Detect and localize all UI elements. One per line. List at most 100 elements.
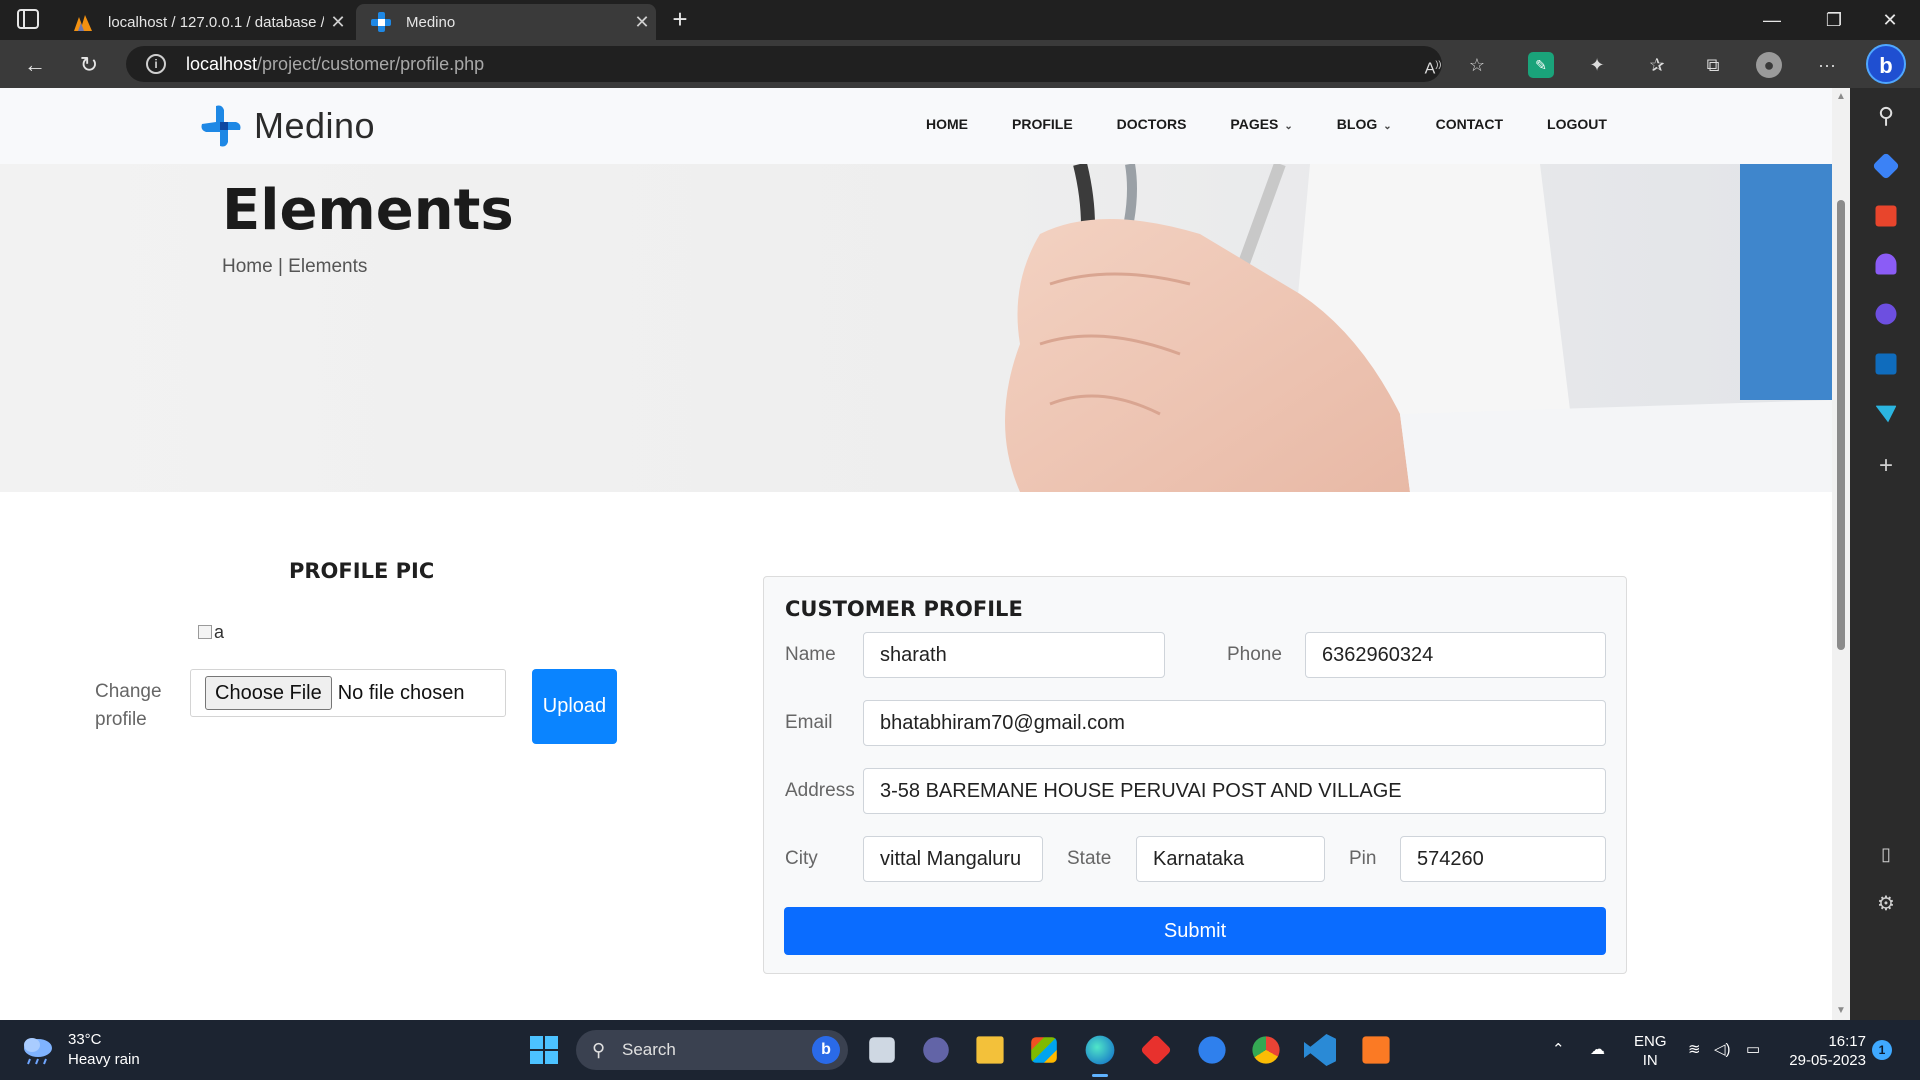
- weather-temp: 33°C: [68, 1031, 102, 1048]
- scroll-up-icon[interactable]: ▲: [1836, 92, 1846, 102]
- read-aloud-icon[interactable]: A)): [1420, 51, 1446, 77]
- file-input[interactable]: Choose File No file chosen: [190, 669, 506, 717]
- git-app-icon[interactable]: [1140, 1034, 1172, 1066]
- back-icon[interactable]: ←: [20, 50, 50, 80]
- change-profile-label-line: profile: [95, 709, 147, 730]
- tab-medino[interactable]: Medino ✕: [356, 4, 656, 40]
- phpmyadmin-icon: [72, 11, 94, 33]
- shopping-tag-icon[interactable]: [1872, 152, 1900, 180]
- change-profile-label-line: Change: [95, 681, 162, 702]
- windows-start-icon[interactable]: [528, 1034, 560, 1066]
- tab-actions-icon[interactable]: [16, 8, 42, 32]
- pin-label: Pin: [1349, 848, 1377, 869]
- name-field[interactable]: sharath: [863, 632, 1165, 678]
- scroll-down-icon[interactable]: ▼: [1836, 1006, 1846, 1016]
- nav-home[interactable]: HOME: [926, 116, 968, 132]
- more-options-icon[interactable]: ···: [1814, 52, 1840, 78]
- weather-widget[interactable]: 33°C Heavy rain: [20, 1030, 140, 1070]
- profile-image: a: [198, 621, 232, 643]
- close-window-icon[interactable]: ✕: [1870, 6, 1910, 34]
- microsoft-store-icon[interactable]: [1031, 1037, 1057, 1063]
- search-label: Search: [622, 1040, 676, 1059]
- collections-icon[interactable]: ⧉: [1700, 52, 1726, 78]
- hide-sidebar-icon[interactable]: ▯: [1872, 840, 1900, 868]
- site-info-icon[interactable]: i: [146, 54, 166, 74]
- copilot-icon[interactable]: [1875, 303, 1897, 325]
- nav-label: BLOG: [1336, 116, 1378, 132]
- search-icon[interactable]: ⚲: [1872, 102, 1900, 130]
- profile-avatar-icon[interactable]: ●: [1756, 52, 1782, 78]
- close-tab-icon[interactable]: ✕: [628, 12, 656, 33]
- outlook-icon[interactable]: [1875, 353, 1897, 375]
- address-bar[interactable]: i localhost/project/customer/profile.php: [126, 46, 1442, 82]
- image-alt-text: a: [214, 621, 225, 642]
- lang-line: ENG: [1634, 1033, 1667, 1050]
- extensions-icon[interactable]: ✦: [1584, 52, 1610, 78]
- extension-grammar-icon[interactable]: ✎: [1528, 52, 1554, 78]
- notification-badge[interactable]: 1: [1872, 1040, 1892, 1060]
- tab-phpmyadmin[interactable]: localhost / 127.0.0.1 / database / ✕: [60, 4, 352, 40]
- clock[interactable]: 16:17 29-05-2023: [1786, 1032, 1866, 1070]
- chrome-icon[interactable]: [1252, 1036, 1280, 1064]
- chevron-down-icon: ⌄: [1284, 121, 1293, 132]
- choose-file-button[interactable]: Choose File: [205, 676, 332, 710]
- minimize-icon[interactable]: —: [1752, 6, 1792, 34]
- hero-banner: Elements Home | Elements: [0, 164, 1832, 492]
- nav-label: PROFILE: [1012, 116, 1073, 132]
- nav-blog[interactable]: BLOG ⌄: [1337, 116, 1392, 132]
- nav-pages[interactable]: PAGES ⌄: [1230, 116, 1292, 132]
- pin-field[interactable]: 574260: [1400, 836, 1606, 882]
- settings-gear-icon[interactable]: ⚙: [1872, 890, 1900, 918]
- tools-briefcase-icon[interactable]: [1875, 205, 1897, 227]
- nav-label: CONTACT: [1435, 116, 1504, 132]
- active-app-indicator: [1092, 1074, 1108, 1077]
- email-field[interactable]: bhatabhiram70@gmail.com: [863, 700, 1606, 746]
- onedrive-cloud-icon[interactable]: ☁: [1590, 1040, 1605, 1059]
- favorites-icon[interactable]: ✰: [1644, 52, 1670, 78]
- nav-contact[interactable]: CONTACT: [1436, 116, 1503, 132]
- language-indicator[interactable]: ENG IN: [1634, 1032, 1667, 1070]
- volume-icon[interactable]: ◁): [1714, 1040, 1731, 1059]
- refresh-icon[interactable]: ↻: [74, 50, 104, 80]
- page-viewport: Medino HOME PROFILE DOCTORS PAGES ⌄ BLOG ⌄…: [0, 88, 1832, 1020]
- bing-icon: b: [812, 1036, 840, 1064]
- submit-button[interactable]: Submit: [784, 907, 1606, 955]
- bing-copilot-icon[interactable]: b: [1866, 44, 1906, 84]
- restore-icon[interactable]: ❐: [1814, 6, 1854, 34]
- breadcrumb[interactable]: Home | Elements: [222, 256, 367, 278]
- address-field[interactable]: 3-58 BAREMANE HOUSE PERUVAI POST AND VIL…: [863, 768, 1606, 814]
- phone-field[interactable]: 6362960324: [1305, 632, 1606, 678]
- file-explorer-icon[interactable]: [976, 1036, 1004, 1064]
- help-icon[interactable]: [1198, 1036, 1226, 1064]
- tab-title: localhost / 127.0.0.1 / database /: [108, 13, 324, 31]
- teams-chat-icon[interactable]: [923, 1037, 949, 1063]
- add-sidebar-app-icon[interactable]: +: [1872, 452, 1900, 480]
- upload-button[interactable]: Upload: [532, 669, 617, 744]
- site-logo[interactable]: Medino: [200, 104, 375, 148]
- vscode-icon[interactable]: [1304, 1034, 1336, 1066]
- search-icon: ⚲: [592, 1040, 606, 1060]
- battery-icon[interactable]: ▭: [1746, 1040, 1760, 1059]
- broken-image-icon: [198, 625, 212, 639]
- browser-tab-bar: localhost / 127.0.0.1 / database / ✕ Med…: [0, 0, 1920, 40]
- nav-doctors[interactable]: DOCTORS: [1117, 116, 1187, 132]
- add-favorite-icon[interactable]: ☆: [1464, 52, 1490, 78]
- task-view-icon[interactable]: [869, 1037, 895, 1063]
- city-field[interactable]: vittal Mangaluru: [863, 836, 1043, 882]
- wifi-icon[interactable]: ≋: [1688, 1040, 1701, 1059]
- xampp-icon[interactable]: [1362, 1036, 1390, 1064]
- page-scrollbar[interactable]: ▲ ▼: [1832, 88, 1850, 1020]
- scrollbar-thumb[interactable]: [1837, 200, 1845, 650]
- nav-label: LOGOUT: [1547, 116, 1607, 132]
- nav-profile[interactable]: PROFILE: [1012, 116, 1073, 132]
- show-hidden-icons-icon[interactable]: ⌃: [1552, 1040, 1565, 1059]
- games-icon[interactable]: [1875, 253, 1897, 275]
- send-drop-icon[interactable]: [1875, 405, 1897, 423]
- edge-browser-icon[interactable]: [1085, 1035, 1115, 1065]
- close-tab-icon[interactable]: ✕: [324, 12, 352, 33]
- address-toolbar: ← ↻ i localhost/project/customer/profile…: [0, 40, 1920, 88]
- state-field[interactable]: Karnataka: [1136, 836, 1325, 882]
- taskbar-search[interactable]: ⚲ Search b: [576, 1030, 848, 1070]
- new-tab-icon[interactable]: +: [666, 6, 694, 34]
- nav-logout[interactable]: LOGOUT: [1547, 116, 1607, 132]
